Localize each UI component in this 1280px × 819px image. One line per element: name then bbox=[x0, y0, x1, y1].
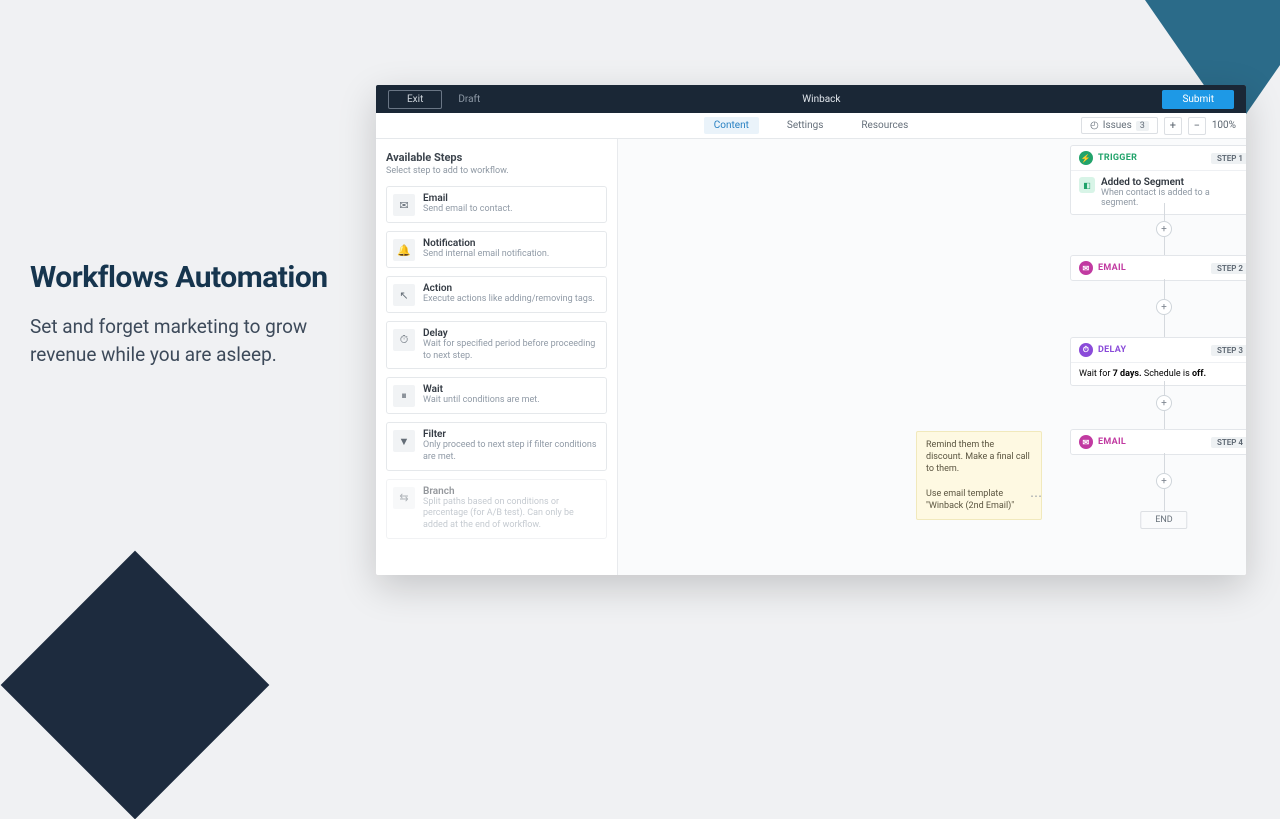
step-title: Email bbox=[423, 193, 512, 204]
step-filter[interactable]: ▼ FilterOnly proceed to next step if fil… bbox=[386, 422, 607, 470]
sidebar-subheading: Select step to add to workflow. bbox=[386, 166, 607, 176]
sidebar: Available Steps Select step to add to wo… bbox=[376, 139, 618, 575]
zoom-level: 100% bbox=[1212, 120, 1236, 131]
step-desc: Send email to contact. bbox=[423, 204, 512, 216]
step-desc: Wait for specified period before proceed… bbox=[423, 339, 600, 362]
trigger-node[interactable]: ⚡ TRIGGER STEP 1 ◧ Added to Segment When … bbox=[1070, 145, 1246, 215]
filter-icon: ▼ bbox=[393, 430, 415, 452]
step-title: Action bbox=[423, 283, 595, 294]
email-node-2[interactable]: ✉ EMAIL STEP 4 bbox=[1070, 429, 1246, 455]
app-body: Available Steps Select step to add to wo… bbox=[376, 139, 1246, 575]
step-pill: STEP 4 bbox=[1211, 437, 1246, 448]
add-step-button[interactable]: + bbox=[1156, 473, 1172, 489]
topbar: Exit Draft Winback Submit bbox=[376, 85, 1246, 113]
trigger-label: TRIGGER bbox=[1098, 153, 1137, 163]
email-label: EMAIL bbox=[1098, 437, 1126, 447]
marketing-heading: Workflows Automation bbox=[30, 260, 360, 295]
canvas-tools: ◴ Issues 3 + − 100% bbox=[1081, 117, 1236, 135]
issues-count: 3 bbox=[1136, 121, 1149, 131]
delay-label: DELAY bbox=[1098, 345, 1126, 355]
tab-content[interactable]: Content bbox=[704, 117, 759, 134]
trigger-dot-icon: ⚡ bbox=[1079, 151, 1093, 165]
step-action[interactable]: ↖ ActionExecute actions like adding/remo… bbox=[386, 276, 607, 313]
trigger-desc: When contact is added to a segment. bbox=[1101, 188, 1246, 208]
step-desc: Execute actions like adding/removing tag… bbox=[423, 294, 595, 306]
step-title: Branch bbox=[423, 486, 600, 497]
workflow-canvas[interactable]: ⚡ TRIGGER STEP 1 ◧ Added to Segment When … bbox=[618, 139, 1246, 575]
marketing-copy: Workflows Automation Set and forget mark… bbox=[30, 260, 360, 368]
step-email[interactable]: ✉ EmailSend email to contact. bbox=[386, 186, 607, 223]
tab-settings[interactable]: Settings bbox=[777, 117, 834, 134]
sidebar-heading: Available Steps bbox=[386, 151, 607, 164]
step-desc: Wait until conditions are met. bbox=[423, 395, 540, 407]
decorative-diamond bbox=[1, 551, 270, 819]
email-dot-icon: ✉ bbox=[1079, 261, 1093, 275]
delay-body: Wait for 7 days. Schedule is off. bbox=[1079, 369, 1206, 379]
email-dot-icon: ✉ bbox=[1079, 435, 1093, 449]
tabs: Content Settings Resources bbox=[704, 117, 918, 134]
step-pill: STEP 2 bbox=[1211, 263, 1246, 274]
workflow-lane: ⚡ TRIGGER STEP 1 ◧ Added to Segment When … bbox=[1070, 139, 1246, 575]
app-window: Exit Draft Winback Submit Content Settin… bbox=[376, 85, 1246, 575]
email-icon: ✉ bbox=[393, 194, 415, 216]
step-branch[interactable]: ⇆ BranchSplit paths based on conditions … bbox=[386, 479, 607, 539]
tab-resources[interactable]: Resources bbox=[851, 117, 918, 134]
zoom-out-button[interactable]: − bbox=[1188, 117, 1206, 135]
step-pill: STEP 3 bbox=[1211, 345, 1246, 356]
step-title: Delay bbox=[423, 328, 600, 339]
workflow-title: Winback bbox=[480, 94, 1162, 105]
status-label: Draft bbox=[458, 94, 480, 105]
email-label: EMAIL bbox=[1098, 263, 1126, 273]
pause-icon: ⏸ bbox=[393, 385, 415, 407]
issues-label: Issues bbox=[1103, 120, 1132, 131]
exit-button[interactable]: Exit bbox=[388, 90, 442, 109]
zoom-in-button[interactable]: + bbox=[1164, 117, 1182, 135]
note-left[interactable]: Remind them the discount. Make a final c… bbox=[916, 431, 1042, 520]
issues-button[interactable]: ◴ Issues 3 bbox=[1081, 117, 1158, 134]
trigger-title: Added to Segment bbox=[1101, 177, 1246, 188]
marketing-subheading: Set and forget marketing to grow revenue… bbox=[30, 313, 360, 368]
delay-node[interactable]: ⏱ DELAY STEP 3 Wait for 7 days. Schedule … bbox=[1070, 337, 1246, 386]
end-node: END bbox=[1140, 511, 1187, 529]
add-step-button[interactable]: + bbox=[1156, 221, 1172, 237]
email-node-1[interactable]: ✉ EMAIL STEP 2 bbox=[1070, 255, 1246, 281]
bell-icon: 🔔 bbox=[393, 239, 415, 261]
delay-dot-icon: ⏱ bbox=[1079, 343, 1093, 357]
step-title: Wait bbox=[423, 384, 540, 395]
submit-button[interactable]: Submit bbox=[1162, 90, 1234, 109]
action-icon: ↖ bbox=[393, 284, 415, 306]
step-desc: Only proceed to next step if filter cond… bbox=[423, 440, 600, 463]
step-title: Filter bbox=[423, 429, 600, 440]
step-wait[interactable]: ⏸ WaitWait until conditions are met. bbox=[386, 377, 607, 414]
add-step-button[interactable]: + bbox=[1156, 299, 1172, 315]
step-title: Notification bbox=[423, 238, 549, 249]
step-delay[interactable]: ⏱ DelayWait for specified period before … bbox=[386, 321, 607, 369]
segment-icon: ◧ bbox=[1079, 177, 1095, 193]
step-desc: Send internal email notification. bbox=[423, 249, 549, 261]
step-desc: Split paths based on conditions or perce… bbox=[423, 497, 600, 532]
add-step-button[interactable]: + bbox=[1156, 395, 1172, 411]
step-notification[interactable]: 🔔 NotificationSend internal email notifi… bbox=[386, 231, 607, 268]
clock-icon: ◴ bbox=[1090, 120, 1099, 131]
step-pill: STEP 1 bbox=[1211, 153, 1246, 164]
note-menu-icon[interactable]: ⋯ bbox=[1030, 489, 1043, 503]
subbar: Content Settings Resources ◴ Issues 3 + … bbox=[376, 113, 1246, 139]
branch-icon: ⇆ bbox=[393, 487, 415, 509]
stopwatch-icon: ⏱ bbox=[393, 329, 415, 351]
